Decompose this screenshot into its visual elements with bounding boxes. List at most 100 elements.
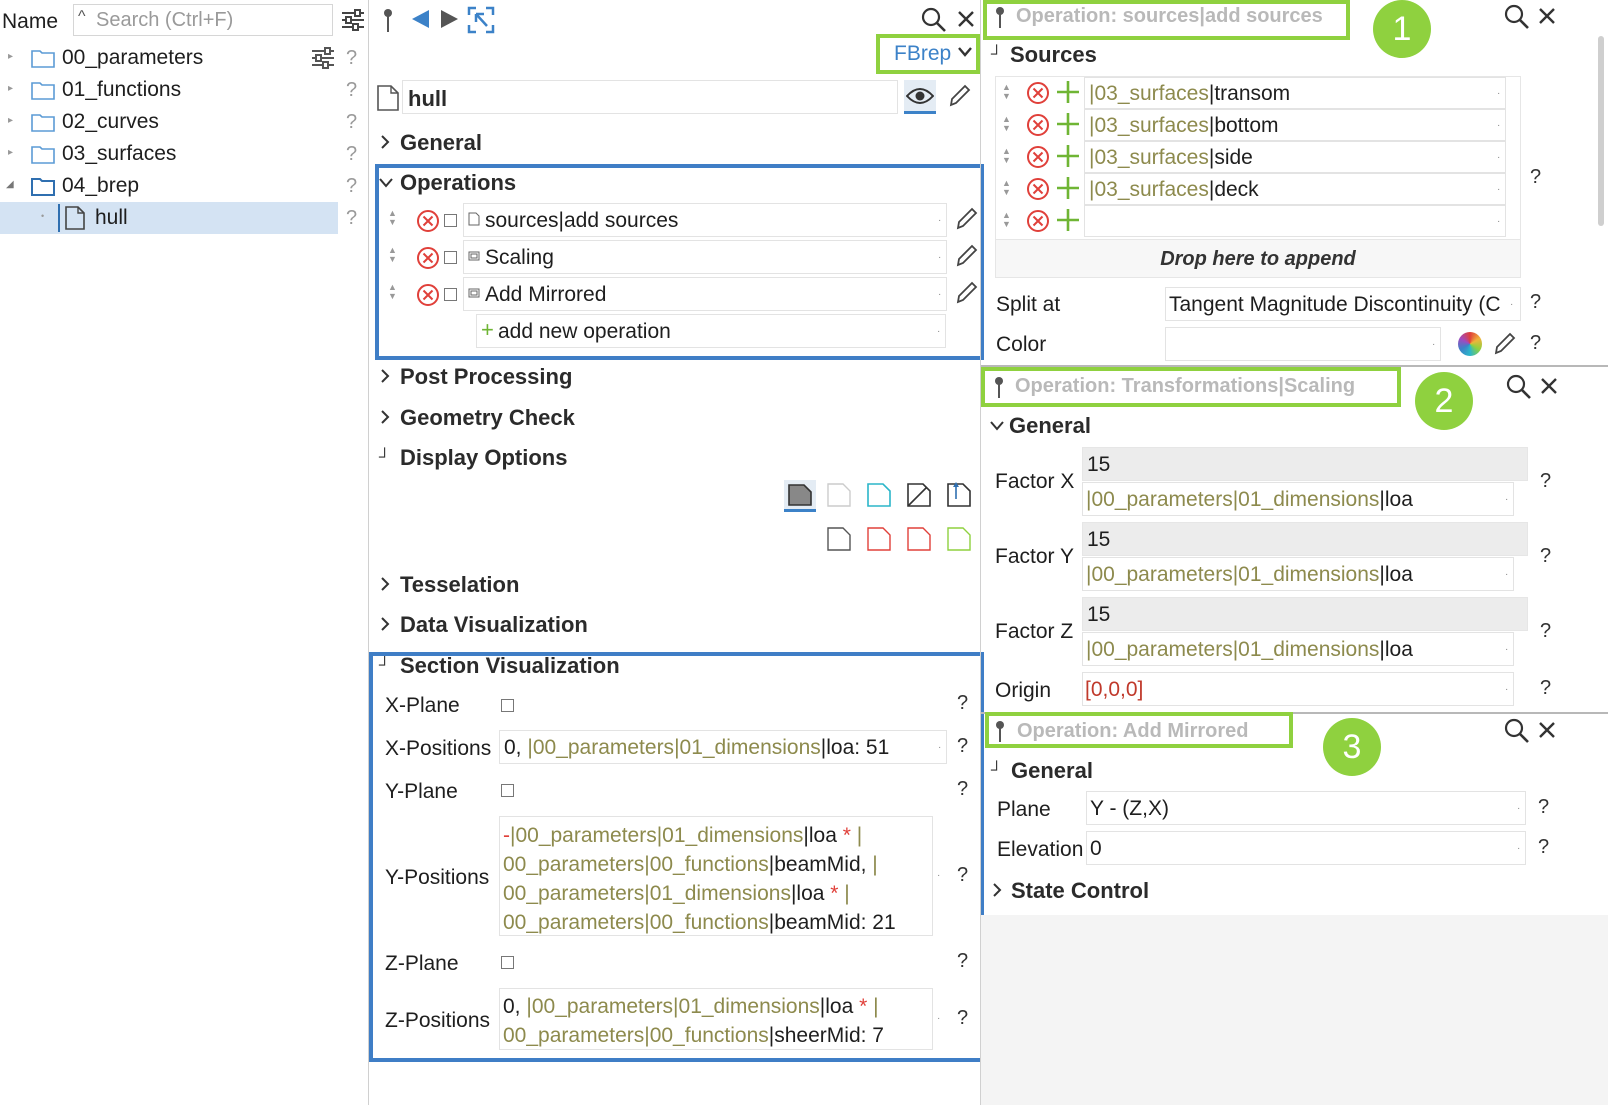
section-geometry-check[interactable]: Geometry Check [400,405,575,431]
delete-icon[interactable] [1026,113,1050,137]
help-icon[interactable]: ? [1538,796,1549,819]
pin-icon[interactable] [382,8,394,34]
close-icon[interactable] [1539,376,1559,396]
color-input[interactable]: · [1165,327,1441,361]
section-post-processing[interactable]: Post Processing [400,364,572,390]
section-expanded-icon[interactable]: ┘ [379,449,390,467]
tree-item-04-brep[interactable]: ◢ 04_brep ? [0,170,368,202]
source-field[interactable]: · [1084,205,1506,237]
dropdown-dot-icon[interactable]: · [1505,494,1508,505]
edit-pencil-icon[interactable] [947,83,971,109]
parameter-settings-icon[interactable] [310,47,336,69]
origin-input[interactable]: [0,0,0] · [1082,672,1514,706]
section-tesselation[interactable]: Tesselation [400,572,519,598]
add-icon[interactable] [1056,80,1080,104]
help-icon[interactable]: ? [346,143,357,166]
filter-settings-icon[interactable] [340,8,366,32]
dropdown-dot-icon[interactable]: · [1497,88,1500,99]
delete-icon[interactable] [1026,177,1050,201]
help-icon[interactable]: ? [346,79,357,102]
search-icon[interactable] [1506,374,1532,400]
expand-arrow-icon[interactable]: ▸ [8,83,13,94]
help-icon[interactable]: ? [1540,545,1551,568]
search-icon[interactable] [1504,4,1530,30]
select-frame-icon[interactable] [467,6,495,34]
help-icon[interactable]: ? [1530,166,1541,189]
display-mode-plain-button[interactable] [827,527,851,551]
source-row[interactable]: ▲ ▼ |03_surfaces|bottom · [996,109,1520,141]
collapse-arrow-icon[interactable]: ◢ [6,179,14,190]
chevron-right-icon[interactable] [379,134,391,150]
split-at-select[interactable]: Tangent Magnitude Discontinuity (C · [1165,287,1521,321]
add-icon[interactable] [1056,176,1080,200]
tree-item-02-curves[interactable]: ▸ 02_curves ? [0,106,368,138]
tree-item-hull[interactable]: • hull ? [0,202,357,234]
source-row[interactable]: ▲ ▼ |03_surfaces|transom · [996,77,1520,109]
dropdown-dot-icon[interactable]: · [1497,120,1500,131]
tree-item-03-surfaces[interactable]: ▸ 03_surfaces ? [0,138,368,170]
dropdown-dot-icon[interactable]: · [1497,152,1500,163]
chevron-down-icon[interactable] [957,46,973,58]
add-icon[interactable] [1056,144,1080,168]
tree-item-00-parameters[interactable]: ▸ 00_parameters ? [0,42,368,74]
elevation-input[interactable]: 0 · [1086,831,1526,865]
chevron-down-icon[interactable] [989,420,1005,432]
factor-z-expression[interactable]: |00_parameters|01_dimensions|loa · [1082,632,1514,666]
panel2-section-general[interactable]: General [1009,413,1091,439]
display-mode-solid-button[interactable] [784,480,816,512]
help-icon[interactable]: ? [1530,291,1541,314]
source-field[interactable]: |03_surfaces|side · [1084,141,1506,173]
visibility-toggle[interactable] [904,80,936,114]
object-name-input[interactable]: hull [402,80,898,114]
section-display-options[interactable]: Display Options [400,445,567,471]
section-general[interactable]: General [400,130,482,156]
dropdown-dot-icon[interactable]: · [1505,644,1508,655]
help-icon[interactable]: ? [1540,470,1551,493]
help-icon[interactable]: ? [1540,677,1551,700]
panel3-section-general[interactable]: General [1011,758,1093,784]
factor-x-value[interactable]: 15 [1082,447,1528,481]
panel3-section-state-control[interactable]: State Control [1011,878,1149,904]
chevron-right-icon[interactable] [379,576,391,592]
tree-item-01-functions[interactable]: ▸ 01_functions ? [0,74,368,106]
help-icon[interactable]: ? [346,175,357,198]
section-data-visualization[interactable]: Data Visualization [400,612,588,638]
source-field[interactable]: |03_surfaces|deck · [1084,173,1506,205]
help-icon[interactable]: ? [346,207,357,230]
add-icon[interactable] [1056,208,1080,232]
edit-pencil-icon[interactable] [1492,331,1516,357]
section-expanded-icon[interactable]: ┘ [991,762,1002,780]
display-mode-green-button[interactable] [947,527,971,551]
pin-icon[interactable] [994,720,1006,744]
help-icon[interactable]: ? [1530,332,1541,355]
dropdown-dot-icon[interactable]: · [1517,843,1520,854]
pin-icon[interactable] [993,376,1005,400]
display-mode-normals-button[interactable] [947,481,971,507]
search-icon[interactable] [1504,718,1530,744]
display-mode-wire-button[interactable] [907,483,931,507]
sort-arrows-icon[interactable]: ▲ ▼ [1002,211,1011,229]
delete-icon[interactable] [1026,81,1050,105]
chevron-right-icon[interactable] [379,368,391,384]
sort-arrows-icon[interactable]: ▲ ▼ [1002,83,1011,101]
delete-icon[interactable] [1026,145,1050,169]
back-arrow-icon[interactable] [409,8,431,30]
factor-y-value[interactable]: 15 [1082,522,1528,556]
chevron-right-icon[interactable] [991,882,1003,898]
chevron-right-icon[interactable] [379,616,391,632]
close-icon[interactable] [1537,6,1557,26]
factor-z-value[interactable]: 15 [1082,597,1528,631]
source-row[interactable]: ▲ ▼ |03_surfaces|deck · [996,173,1520,205]
search-icon[interactable] [921,7,947,33]
dropdown-dot-icon[interactable]: · [1505,684,1508,695]
help-icon[interactable]: ? [346,111,357,134]
expand-arrow-icon[interactable]: ▸ [8,147,13,158]
sort-arrows-icon[interactable]: ▲ ▼ [1002,147,1011,165]
close-icon[interactable] [1537,720,1557,740]
expand-arrow-icon[interactable]: ▸ [8,115,13,126]
sort-arrows-icon[interactable]: ▲ ▼ [1002,115,1011,133]
scrollbar[interactable] [1598,36,1604,226]
dropdown-dot-icon[interactable]: · [1510,299,1513,310]
dropdown-dot-icon[interactable]: · [1432,339,1435,350]
chevron-right-icon[interactable] [379,409,391,425]
